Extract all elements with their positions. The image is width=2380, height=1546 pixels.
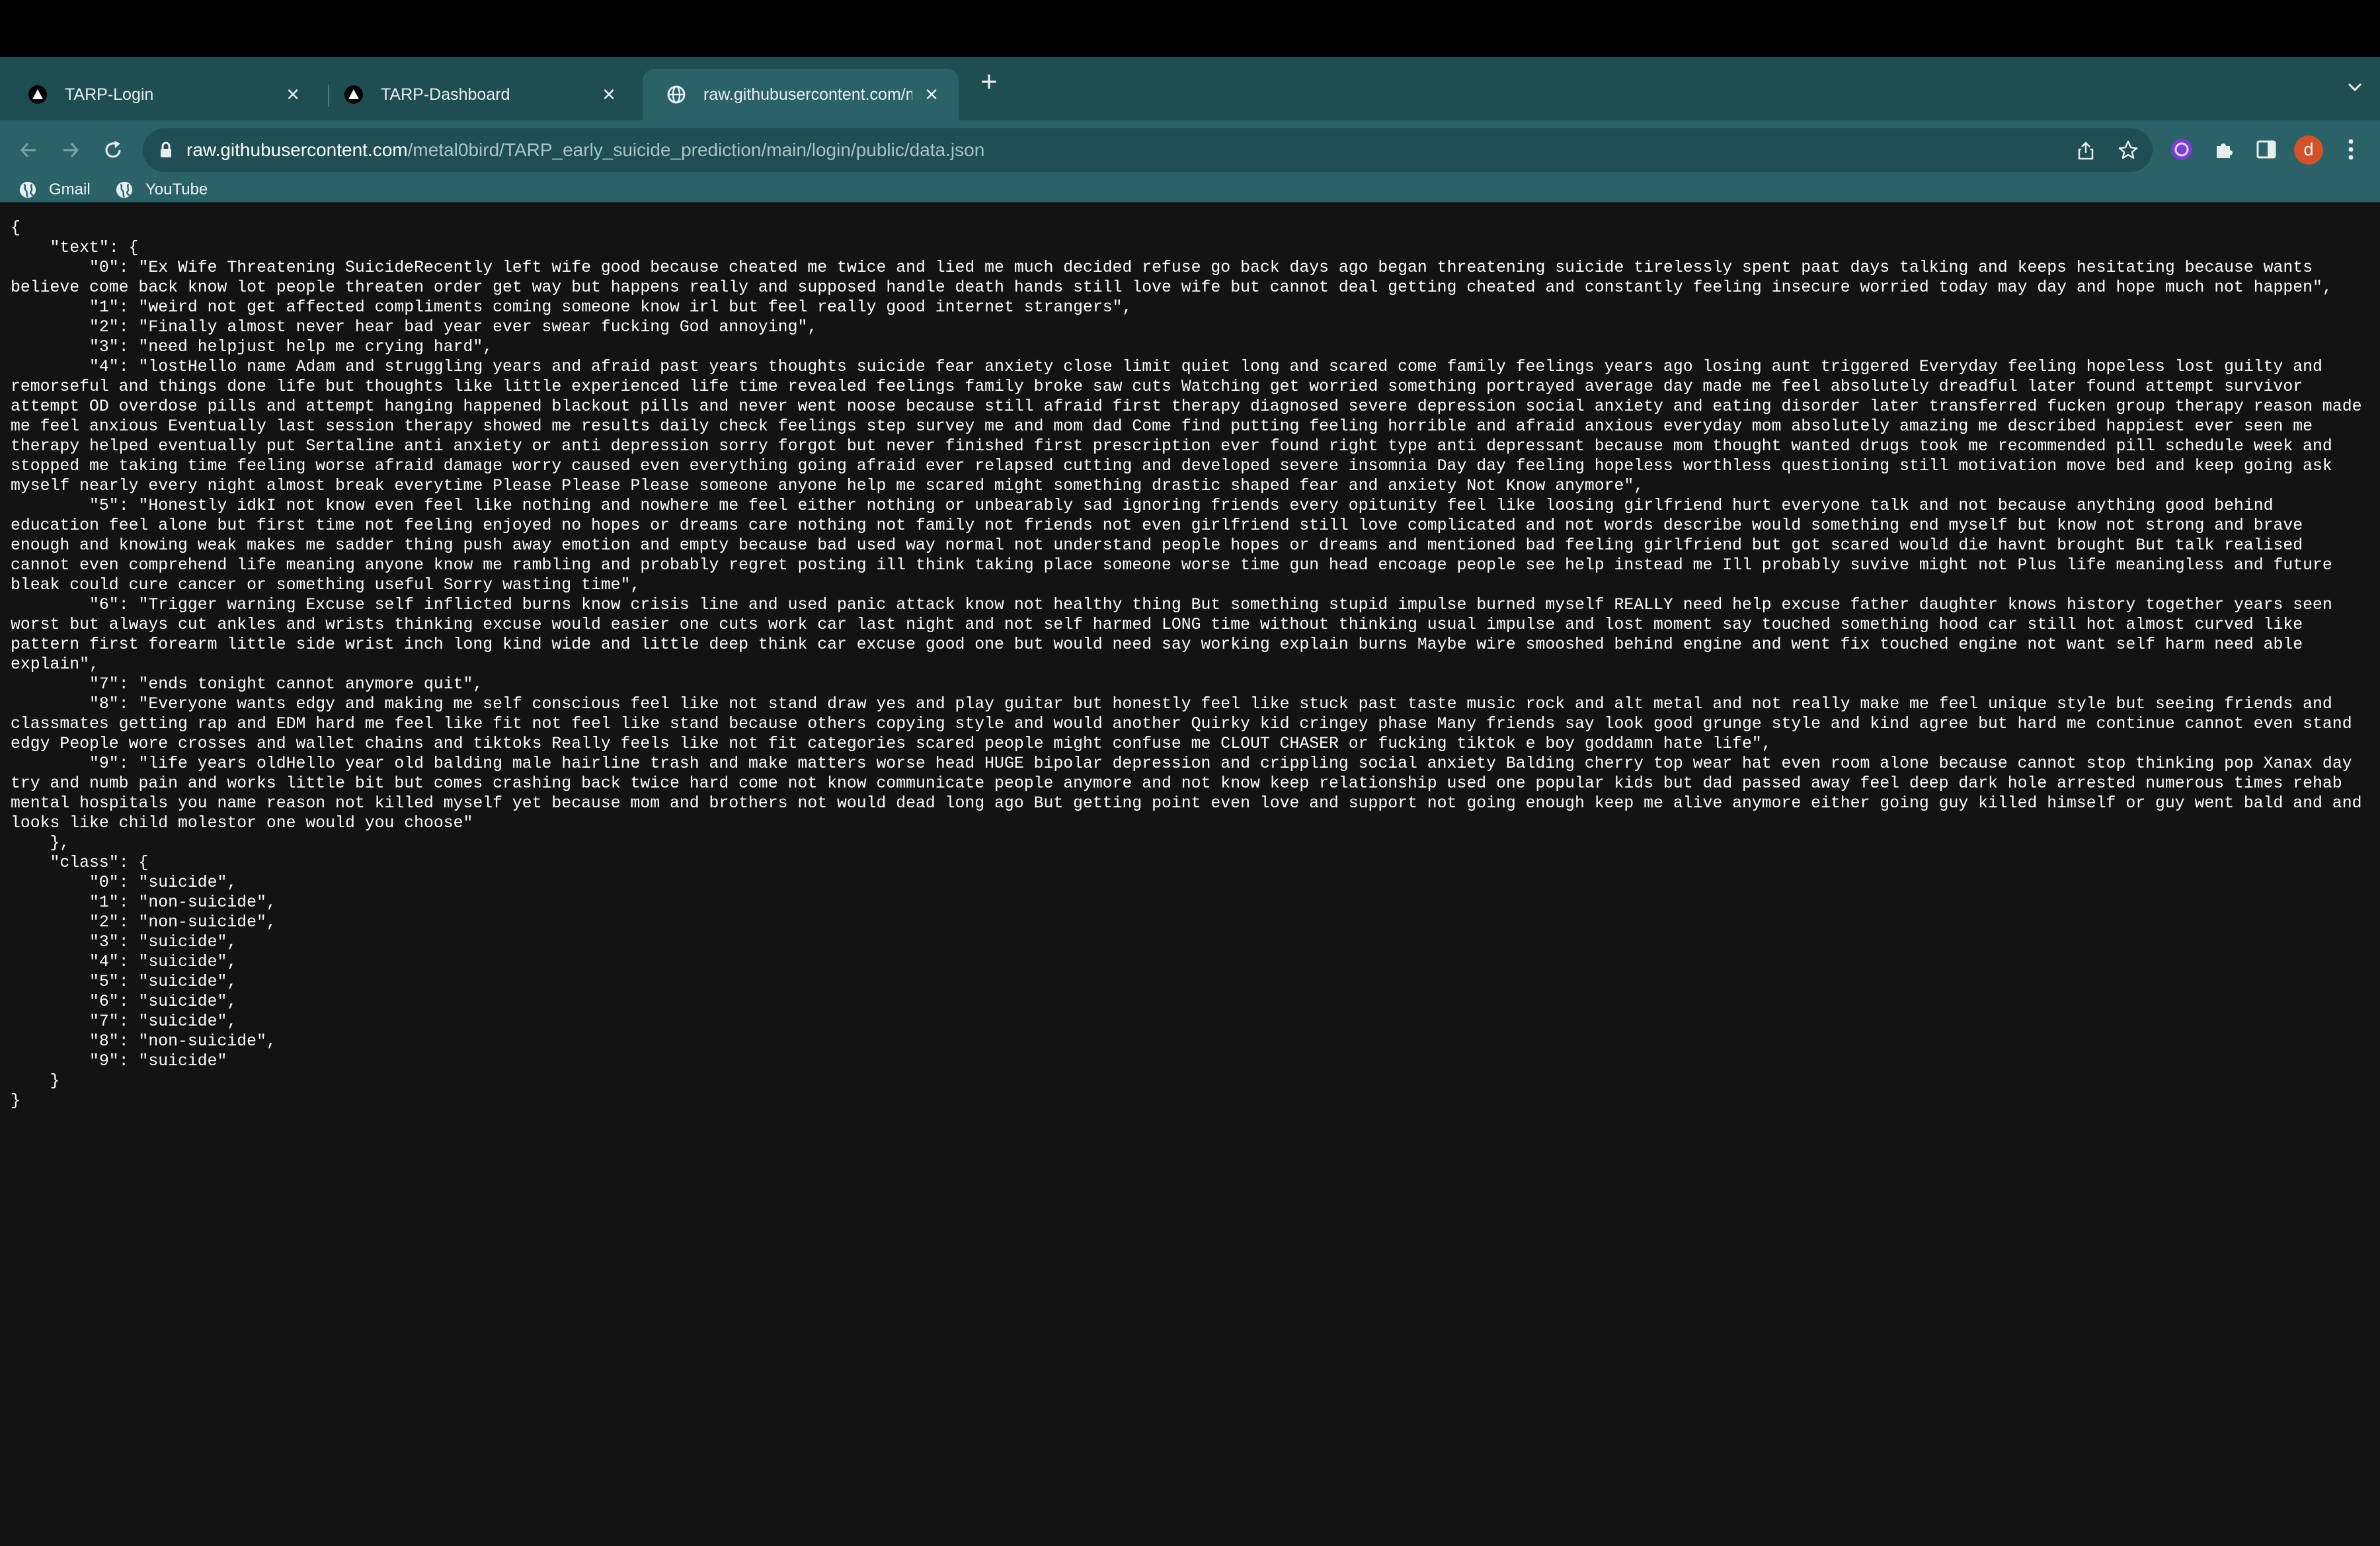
reload-button[interactable] bbox=[97, 134, 130, 167]
bookmark-youtube[interactable]: YouTube bbox=[115, 180, 208, 200]
close-icon[interactable]: × bbox=[922, 83, 941, 106]
bookmarks-bar-edge bbox=[0, 198, 2380, 202]
bookmark-gmail[interactable]: Gmail bbox=[19, 180, 91, 200]
globe-icon bbox=[666, 85, 686, 104]
close-icon[interactable]: × bbox=[599, 83, 619, 106]
tab-raw-github[interactable]: raw.githubusercontent.com/me × bbox=[643, 69, 959, 120]
share-icon[interactable] bbox=[2073, 138, 2098, 163]
forward-button[interactable] bbox=[54, 134, 87, 167]
close-icon[interactable]: × bbox=[283, 83, 303, 106]
bookmark-star-icon[interactable] bbox=[2116, 138, 2141, 163]
side-panel-icon[interactable] bbox=[2249, 132, 2283, 167]
url-text: raw.githubusercontent.com/metal0bird/TAR… bbox=[186, 128, 984, 172]
url-host: raw.githubusercontent.com bbox=[186, 140, 408, 160]
window-top-bar bbox=[0, 0, 2380, 57]
bookmark-label: YouTube bbox=[145, 181, 208, 198]
globe-icon bbox=[116, 181, 133, 198]
tab-tarp-login[interactable]: TARP-Login × bbox=[4, 69, 320, 120]
menu-kebab-icon[interactable] bbox=[2334, 132, 2368, 167]
arrow-left-icon bbox=[20, 142, 36, 158]
bookmark-label: Gmail bbox=[49, 181, 91, 198]
reload-icon bbox=[105, 141, 121, 158]
chevron-down-icon bbox=[2348, 83, 2362, 92]
profile-avatar[interactable]: d bbox=[2294, 136, 2323, 165]
globe-icon bbox=[19, 181, 36, 198]
address-bar[interactable]: raw.githubusercontent.com/metal0bird/TAR… bbox=[143, 128, 2153, 172]
tab-title: TARP-Dashboard bbox=[381, 85, 510, 104]
lock-icon[interactable] bbox=[156, 140, 176, 160]
triangle-logo-icon bbox=[28, 85, 48, 104]
extension-purple-icon[interactable] bbox=[2164, 132, 2199, 167]
arrow-right-icon bbox=[63, 142, 79, 158]
raw-json-content: { "text": { "0": "Ex Wife Threatening Su… bbox=[11, 219, 2362, 1110]
tab-strip: TARP-Login × TARP-Dashboard × raw.github… bbox=[0, 57, 2380, 120]
tab-title: raw.githubusercontent.com/me bbox=[703, 85, 912, 104]
tab-title: TARP-Login bbox=[65, 85, 154, 104]
triangle-logo-icon bbox=[344, 85, 364, 104]
tab-search-button[interactable] bbox=[2342, 74, 2368, 101]
tab-tarp-dashboard[interactable]: TARP-Dashboard × bbox=[320, 69, 636, 120]
new-tab-button[interactable]: + bbox=[974, 67, 1004, 98]
url-path: /metal0bird/TARP_early_suicide_predictio… bbox=[407, 140, 985, 160]
back-button[interactable] bbox=[12, 134, 45, 167]
browser-toolbar: raw.githubusercontent.com/metal0bird/TAR… bbox=[0, 120, 2380, 180]
extensions-puzzle-icon[interactable] bbox=[2207, 132, 2241, 167]
